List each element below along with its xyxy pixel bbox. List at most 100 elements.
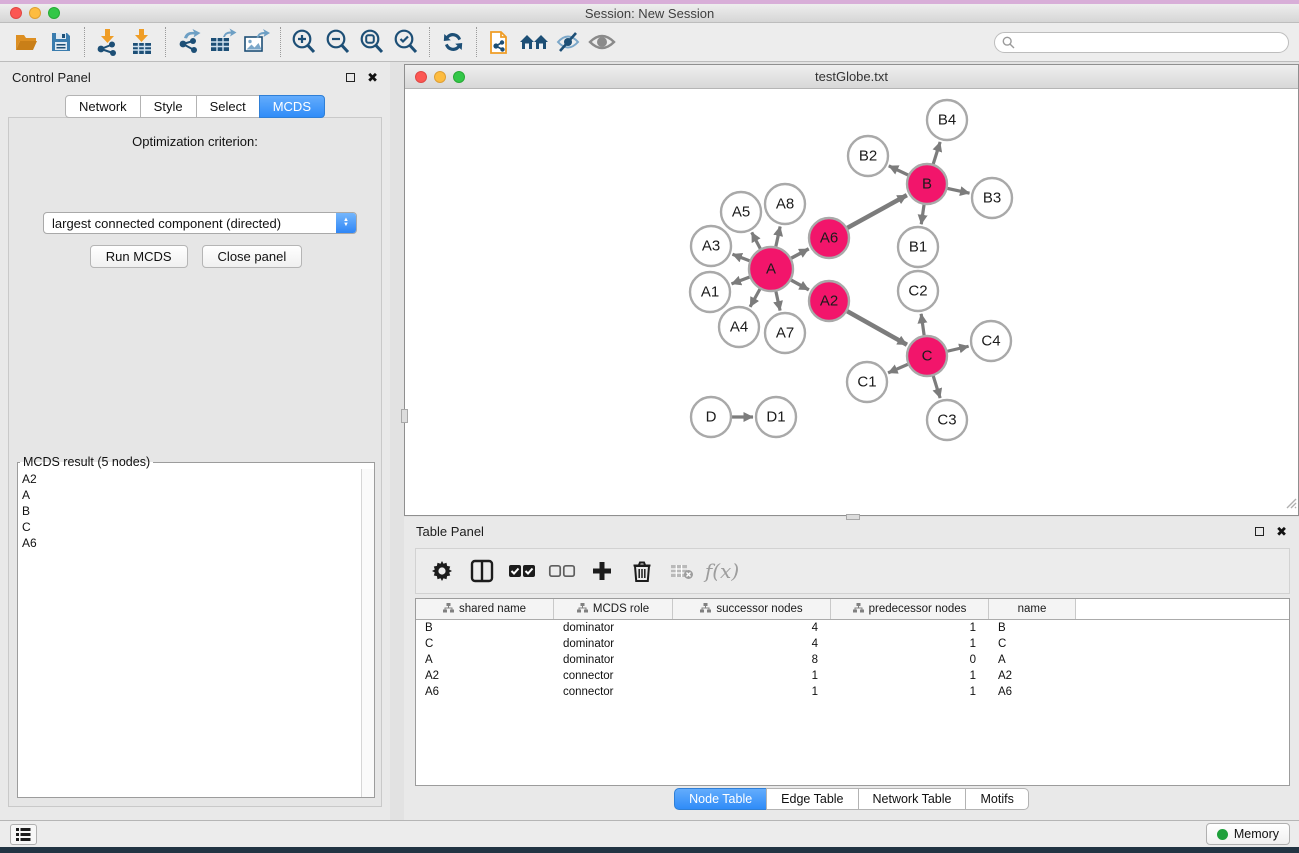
column-header-successor-nodes[interactable]: successor nodes [673,599,831,619]
tab-select[interactable]: Select [196,95,260,118]
import-network-icon[interactable] [91,26,125,58]
control-panel: Control Panel ✖ NetworkStyleSelectMCDS O… [0,62,390,820]
table-cell[interactable]: 1 [831,622,989,634]
graph-node-label: A6 [820,230,838,247]
network-view-window: testGlobe.txt B4B2BB3A5A8A6A3B1AC2A1A2A4… [404,64,1299,516]
table-cell[interactable]: C [989,638,1076,650]
zoom-selected-icon[interactable] [389,26,423,58]
table-cell[interactable]: connector [554,686,673,698]
result-item[interactable]: A [22,487,361,503]
hide-graphics-details-icon[interactable] [551,26,585,58]
status-bar: Memory [0,820,1299,847]
select-all-rows-icon[interactable] [504,553,540,589]
table-row[interactable]: A2connector11A2 [416,668,1289,684]
control-panel-header: Control Panel ✖ [0,62,390,92]
export-image-icon[interactable] [240,26,274,58]
table-cell[interactable]: B [416,622,554,634]
table-cell[interactable]: 4 [673,622,831,634]
divider-grip-horizontal[interactable] [846,514,860,520]
run-mcds-button[interactable]: Run MCDS [90,245,188,268]
table-cell[interactable]: B [989,622,1076,634]
table-tab-edge-table[interactable]: Edge Table [766,788,858,810]
graph-node-label: A4 [730,319,748,336]
graph-node-label: C [922,348,933,365]
toggle-column-view-icon[interactable] [464,553,500,589]
table-row[interactable]: Cdominator41C [416,636,1289,652]
table-cell[interactable]: A6 [416,686,554,698]
table-cell[interactable]: dominator [554,622,673,634]
function-builder-icon[interactable]: f(x) [704,553,740,589]
node-table[interactable]: shared name MCDS role successor nodesprede… [415,598,1290,786]
column-header-predecessor-nodes[interactable]: predecessor nodes [831,599,989,619]
table-row[interactable]: Adominator80A [416,652,1289,668]
search-input[interactable] [1015,33,1288,52]
column-header-label: MCDS role [593,603,649,615]
table-close-panel-icon[interactable]: ✖ [1276,525,1287,538]
table-panel-header: Table Panel ✖ [404,517,1299,545]
table-cell[interactable]: 1 [673,670,831,682]
result-list-scrollbar[interactable] [361,469,374,797]
zoom-out-icon[interactable] [321,26,355,58]
close-panel-icon[interactable]: ✖ [367,71,378,84]
save-session-icon[interactable] [44,26,78,58]
refresh-icon[interactable] [436,26,470,58]
table-tab-network-table[interactable]: Network Table [858,788,967,810]
table-cell[interactable]: A6 [989,686,1076,698]
table-cell[interactable]: 1 [673,686,831,698]
close-panel-button[interactable]: Close panel [202,245,303,268]
task-history-button[interactable] [10,824,37,845]
network-canvas[interactable]: B4B2BB3A5A8A6A3B1AC2A1A2A4A7C4CC1DD1C3 [405,89,1298,515]
table-cell[interactable]: A2 [416,670,554,682]
table-cell[interactable]: 4 [673,638,831,650]
open-session-icon[interactable] [10,26,44,58]
table-cell[interactable]: A [416,654,554,666]
table-cell[interactable]: dominator [554,654,673,666]
result-item[interactable]: C [22,519,361,535]
new-network-from-selection-icon[interactable] [483,26,517,58]
table-cell[interactable]: 1 [831,638,989,650]
export-network-icon[interactable] [172,26,206,58]
table-cell[interactable]: 1 [831,670,989,682]
tab-network[interactable]: Network [65,95,141,118]
column-header-shared-name[interactable]: shared name [416,599,554,619]
table-row[interactable]: A6connector11A6 [416,684,1289,700]
delete-table-icon[interactable] [664,553,700,589]
import-table-icon[interactable] [125,26,159,58]
table-tab-motifs[interactable]: Motifs [965,788,1028,810]
table-cell[interactable]: A2 [989,670,1076,682]
table-cell[interactable]: 0 [831,654,989,666]
table-row[interactable]: Bdominator41B [416,620,1289,636]
memory-button[interactable]: Memory [1206,823,1290,845]
criterion-select[interactable]: largest connected component (directed) ▲… [43,212,357,234]
delete-column-icon[interactable] [624,553,660,589]
float-panel-icon[interactable] [346,73,355,82]
result-item[interactable]: A2 [22,471,361,487]
table-cell[interactable]: 8 [673,654,831,666]
search-field[interactable] [994,32,1289,53]
add-column-icon[interactable] [584,553,620,589]
column-header-name[interactable]: name [989,599,1076,619]
tab-mcds[interactable]: MCDS [259,95,325,118]
deselect-all-rows-icon[interactable] [544,553,580,589]
divider-grip-left[interactable] [401,409,408,423]
result-item[interactable]: B [22,503,361,519]
settings-gear-icon[interactable] [424,553,460,589]
table-cell[interactable]: 1 [831,686,989,698]
result-item[interactable]: A6 [22,535,361,551]
home-first-neighbors-icon[interactable] [517,26,551,58]
table-cell[interactable]: connector [554,670,673,682]
table-tab-node-table[interactable]: Node Table [674,788,767,810]
zoom-in-icon[interactable] [287,26,321,58]
table-cell[interactable]: A [989,654,1076,666]
tab-style[interactable]: Style [140,95,197,118]
table-float-panel-icon[interactable] [1255,527,1264,536]
export-table-icon[interactable] [206,26,240,58]
graph-node-label: B [922,176,932,193]
zoom-fit-icon[interactable] [355,26,389,58]
window-resize-grip[interactable] [1283,495,1297,514]
show-eye-icon[interactable] [585,26,619,58]
table-cell[interactable]: C [416,638,554,650]
column-header-mcds-role[interactable]: MCDS role [554,599,673,619]
table-cell[interactable]: dominator [554,638,673,650]
control-panel-title: Control Panel [12,70,346,85]
